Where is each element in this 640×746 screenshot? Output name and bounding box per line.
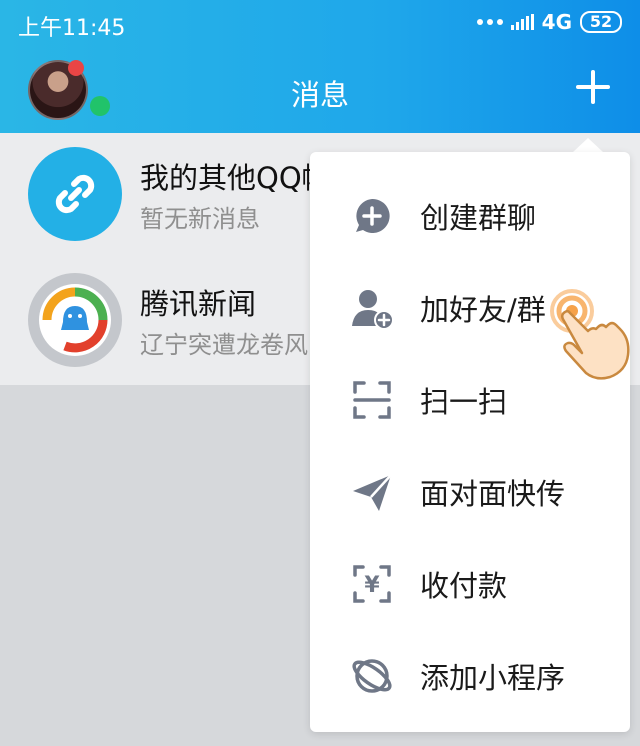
menu-item-mini-program[interactable]: 添加小程序 bbox=[310, 630, 630, 722]
menu-item-label: 扫一扫 bbox=[420, 385, 508, 419]
add-menu-dropdown: 创建群聊 加好友/群 扫一扫 面对面快传 ¥ 收付款 添加小程序 bbox=[310, 152, 630, 732]
mini-program-icon bbox=[348, 652, 396, 700]
more-dots-icon bbox=[476, 19, 503, 25]
scan-icon bbox=[348, 376, 396, 424]
plus-icon[interactable] bbox=[576, 70, 610, 104]
svg-text:¥: ¥ bbox=[364, 573, 380, 598]
add-friend-icon bbox=[348, 284, 396, 332]
create-group-icon bbox=[348, 192, 396, 240]
menu-item-create-group[interactable]: 创建群聊 bbox=[310, 170, 630, 262]
signal-icon bbox=[510, 14, 534, 30]
link-icon bbox=[28, 147, 122, 241]
menu-item-label: 创建群聊 bbox=[420, 201, 537, 235]
status-indicators: 4G 52 bbox=[476, 10, 622, 34]
page-title: 消息 bbox=[290, 78, 349, 112]
menu-item-label: 添加小程序 bbox=[420, 661, 566, 695]
menu-item-label: 面对面快传 bbox=[420, 477, 566, 511]
conversation-preview: 暂无新消息 bbox=[140, 205, 260, 233]
conversation-name: 我的其他QQ帐 bbox=[140, 161, 331, 195]
menu-item-label: 收付款 bbox=[420, 569, 508, 603]
battery-indicator: 52 bbox=[580, 11, 622, 33]
send-icon bbox=[348, 468, 396, 516]
dropdown-pointer bbox=[573, 138, 603, 152]
pointing-hand-icon bbox=[548, 285, 640, 385]
tencent-news-logo bbox=[28, 273, 122, 367]
menu-item-face-to-face[interactable]: 面对面快传 bbox=[310, 446, 630, 538]
payment-icon: ¥ bbox=[348, 560, 396, 608]
menu-item-payment[interactable]: ¥ 收付款 bbox=[310, 538, 630, 630]
network-type: 4G bbox=[541, 10, 572, 34]
status-time: 上午11:45 bbox=[18, 16, 126, 41]
conversation-preview: 辽宁突遭龙卷风 bbox=[140, 331, 308, 359]
menu-item-label: 加好友/群 bbox=[420, 293, 546, 327]
conversation-name: 腾讯新闻 bbox=[140, 287, 257, 321]
header-bar: 上午11:45 4G 52 消息 bbox=[0, 0, 640, 133]
